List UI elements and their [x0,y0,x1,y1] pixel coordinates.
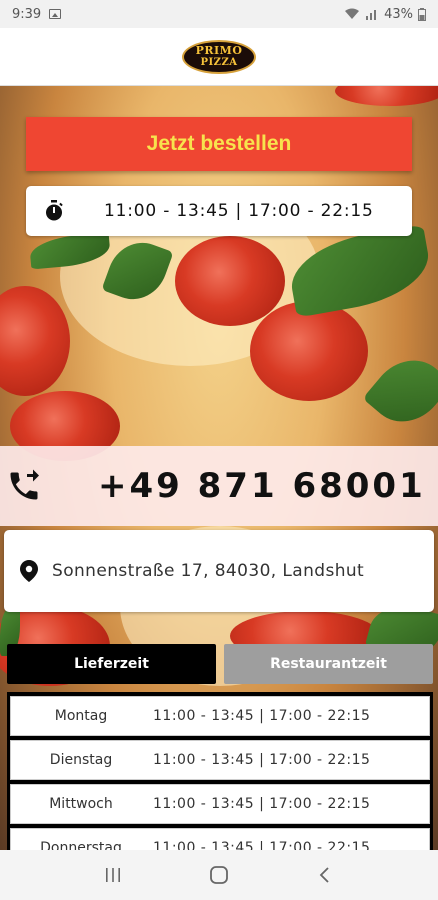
table-row: Montag 11:00 - 13:45 | 17:00 - 22:15 [10,696,430,736]
schedule-table: Montag 11:00 - 13:45 | 17:00 - 22:15 Die… [7,692,433,850]
recent-apps-icon [106,868,120,882]
order-now-button[interactable]: Jetzt bestellen [26,117,412,171]
table-row: Dienstag 11:00 - 13:45 | 17:00 - 22:15 [10,740,430,780]
signal-icon [366,10,377,20]
tab-lieferzeit[interactable]: Lieferzeit [7,644,216,684]
recent-apps-button[interactable] [93,855,133,895]
battery-percent: 43% [384,6,413,22]
main-content: Jetzt bestellen 11:00 - 13:45 | 17:00 - … [0,86,438,850]
location-pin-icon [20,560,38,582]
back-icon [319,867,329,883]
opening-hours-text: 11:00 - 13:45 | 17:00 - 22:15 [104,201,374,221]
schedule-hours: 11:00 - 13:45 | 17:00 - 22:15 [153,752,371,768]
address-card[interactable]: Sonnenstraße 17, 84030, Landshut [4,530,434,612]
address-text: Sonnenstraße 17, 84030, Landshut [52,561,365,581]
schedule-day: Mittwoch [49,796,113,812]
system-nav-bar [0,850,438,900]
primo-pizza-logo: PRIMO PIZZA [182,39,256,74]
battery-icon [418,7,426,21]
opening-hours-card: 11:00 - 13:45 | 17:00 - 22:15 [26,186,412,236]
home-button[interactable] [199,855,239,895]
tab-restaurantzeit[interactable]: Restaurantzeit [224,644,433,684]
schedule-hours: 11:00 - 13:45 | 17:00 - 22:15 [153,796,371,812]
home-icon [210,866,228,884]
phone-number[interactable]: +49 871 68001 [98,466,426,506]
table-row: Donnerstag 11:00 - 13:45 | 17:00 - 22:15 [10,828,430,850]
status-bar: 9:39 43% [0,0,438,28]
schedule-day: Donnerstag [40,840,122,850]
schedule-hours: 11:00 - 13:45 | 17:00 - 22:15 [153,708,371,724]
logo-line-1: PRIMO [195,43,243,57]
schedule-day: Montag [54,708,108,724]
schedule-day: Dienstag [49,752,113,768]
app-header: PRIMO PIZZA [0,28,438,86]
phone-forwarded-icon [10,469,39,500]
back-button[interactable] [305,855,345,895]
logo-line-2: PIZZA [200,56,238,68]
hours-tabs: Lieferzeit Restaurantzeit [7,644,433,684]
stopwatch-icon [46,200,63,221]
gallery-notification-icon [49,9,62,19]
schedule-hours: 11:00 - 13:45 | 17:00 - 22:15 [153,840,371,850]
phone-band[interactable]: +49 871 68001 [0,446,438,526]
wifi-icon [345,8,360,19]
table-row: Mittwoch 11:00 - 13:45 | 17:00 - 22:15 [10,784,430,824]
status-time: 9:39 [12,6,42,22]
